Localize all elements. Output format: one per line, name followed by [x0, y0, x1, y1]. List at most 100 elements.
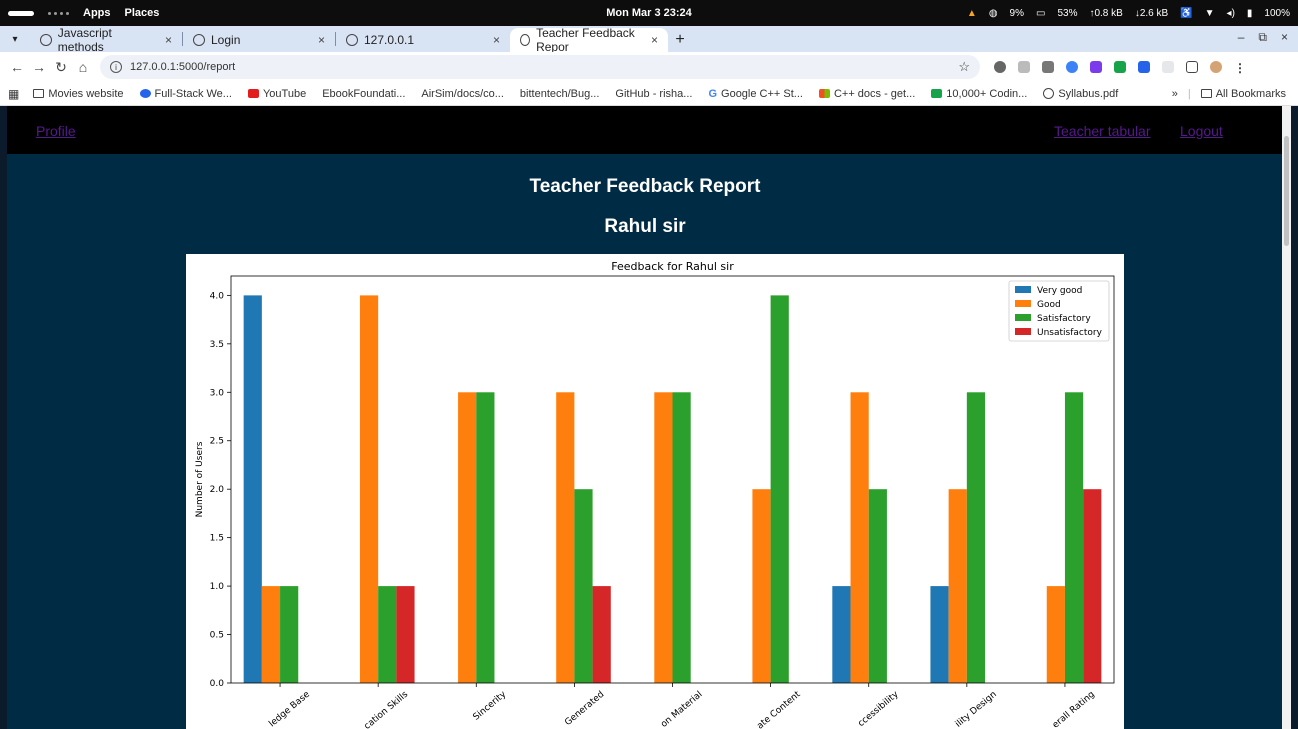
bar [752, 489, 771, 683]
extension-building-icon[interactable] [1042, 61, 1054, 73]
extension-grid-icon[interactable] [1018, 61, 1030, 73]
page-viewport: Profile Teacher tabular Logout Teacher F… [7, 106, 1283, 729]
bar [556, 392, 575, 683]
x-tick-label: Sincerity [472, 689, 509, 722]
bookmark-star-icon[interactable]: ☆ [958, 59, 970, 75]
bookmark-ebookfoundation[interactable]: EbookFoundati... [322, 88, 405, 100]
apps-grid-icon[interactable]: ▦ [8, 87, 19, 101]
new-tab-button[interactable]: + [668, 28, 692, 52]
places-menu[interactable]: Places [125, 7, 160, 19]
x-tick-label: ccessibility [856, 689, 901, 729]
close-icon[interactable]: × [651, 33, 658, 47]
bookmark-coding-problems[interactable]: 10,000+ Codin... [931, 88, 1027, 100]
memory-icon: ▭ [1036, 7, 1046, 19]
tab-login[interactable]: Login × [183, 28, 335, 52]
extension-pin-icon[interactable] [994, 61, 1006, 73]
extension-leaf-icon[interactable] [1114, 61, 1126, 73]
tab-localhost[interactable]: 127.0.0.1 × [336, 28, 510, 52]
x-tick-label: Generated [563, 690, 606, 728]
wifi-icon[interactable]: ▼ [1205, 8, 1215, 19]
warning-icon[interactable]: ▲ [967, 8, 977, 19]
tab-label: Login [211, 33, 241, 47]
bar [396, 586, 415, 683]
bar [1064, 392, 1084, 683]
more-bookmarks-button[interactable]: » [1172, 88, 1178, 100]
workspace-dots[interactable] [48, 11, 69, 15]
bar [930, 586, 949, 683]
extension-circle-icon[interactable] [1066, 61, 1078, 73]
close-icon[interactable]: × [318, 33, 325, 47]
chart-title: Feedback for Rahul sir [611, 260, 734, 273]
bar [378, 586, 397, 683]
close-window-icon[interactable]: × [1281, 30, 1288, 45]
apps-menu[interactable]: Apps [83, 7, 111, 19]
bookmark-github[interactable]: GitHub - risha... [615, 88, 692, 100]
memory-usage: 53% [1057, 7, 1078, 19]
scrollbar-thumb[interactable] [1284, 136, 1289, 246]
x-tick-label: ledge Base [267, 689, 312, 729]
tab-teacher-feedback-report[interactable]: Teacher Feedback Repor × [510, 26, 668, 54]
page-title: Teacher Feedback Report [529, 176, 761, 197]
close-icon[interactable]: × [165, 33, 172, 47]
bookmark-bittentech[interactable]: bittentech/Bug... [520, 88, 600, 100]
bookmark-airsim[interactable]: AirSim/docs/co... [421, 88, 504, 100]
close-icon[interactable]: × [493, 33, 500, 47]
code-icon [931, 89, 943, 98]
tab-label: 127.0.0.1 [364, 33, 415, 47]
extension-window-icon[interactable] [1138, 61, 1150, 73]
os-top-bar: Apps Places Mon Mar 3 23:24 ▲ ◍ 9% ▭ 53%… [0, 0, 1298, 26]
globe-icon [1043, 88, 1055, 99]
volume-icon[interactable]: ◂) [1227, 8, 1235, 19]
bar [592, 586, 611, 683]
extensions-puzzle-icon[interactable] [1186, 61, 1198, 73]
microsoft-icon [818, 89, 830, 98]
bookmark-google-cpp[interactable]: G Google C++ St... [708, 88, 803, 100]
battery-icon[interactable]: ▮ [1247, 8, 1253, 19]
tab-search-icon[interactable]: ▾ [0, 26, 30, 52]
upload-speed: ↑0.8 kB [1089, 7, 1123, 19]
all-bookmarks-button[interactable]: All Bookmarks [1200, 88, 1286, 100]
forward-icon[interactable]: → [28, 59, 50, 75]
folder-icon [33, 89, 45, 98]
back-icon[interactable]: ← [6, 59, 28, 75]
y-tick-label: 3.5 [210, 340, 224, 350]
tab-javascript-methods[interactable]: Javascript methods × [30, 26, 182, 54]
window-controls: – ⧉ × [1238, 30, 1288, 45]
bar [654, 392, 673, 683]
extension-badge-icon[interactable] [1090, 61, 1102, 73]
x-tick-label: cation Skills [363, 689, 411, 729]
home-icon[interactable]: ⌂ [72, 59, 94, 75]
address-bar: ← → ↻ ⌂ i 127.0.0.1:5000/report ☆ ⋮ [0, 52, 1298, 82]
teacher-tabular-link[interactable]: Teacher tabular [1054, 123, 1151, 139]
bookmark-full-stack[interactable]: Full-Stack We... [139, 88, 232, 100]
site-info-icon[interactable]: i [110, 61, 122, 73]
minimize-icon[interactable]: – [1238, 30, 1245, 45]
url-text: 127.0.0.1:5000/report [130, 61, 236, 73]
reload-icon[interactable]: ↻ [50, 59, 72, 76]
feedback-chart: Feedback for Rahul sir Number of Users 0.0… [186, 254, 1124, 729]
bookmark-movies-website[interactable]: Movies website [33, 88, 124, 100]
logout-link[interactable]: Logout [1180, 123, 1223, 139]
browser-menu-icon[interactable]: ⋮ [1234, 61, 1246, 75]
bar [476, 392, 495, 683]
bar [868, 489, 887, 683]
bar [359, 295, 379, 683]
bar [1083, 489, 1102, 683]
bar [850, 392, 869, 683]
bookmark-youtube[interactable]: YouTube [247, 88, 306, 100]
x-tick-label: ate Content [755, 689, 803, 729]
bar [948, 489, 967, 683]
bookmark-cpp-docs[interactable]: C++ docs - get... [818, 88, 915, 100]
extension-blank-icon[interactable] [1162, 61, 1174, 73]
youtube-icon [247, 89, 259, 98]
accessibility-icon[interactable]: ♿ [1180, 8, 1192, 19]
page-scrollbar[interactable] [1282, 106, 1291, 729]
y-tick-label: 1.5 [210, 534, 224, 544]
bookmark-syllabus[interactable]: Syllabus.pdf [1043, 88, 1118, 100]
url-field[interactable]: i 127.0.0.1:5000/report ☆ [100, 55, 980, 79]
workspace-indicator[interactable] [8, 10, 34, 16]
profile-avatar[interactable] [1210, 61, 1222, 73]
tab-strip: ▾ Javascript methods × Login × 127.0.0.1… [0, 26, 1298, 54]
profile-link[interactable]: Profile [36, 123, 76, 139]
restore-icon[interactable]: ⧉ [1258, 30, 1267, 45]
